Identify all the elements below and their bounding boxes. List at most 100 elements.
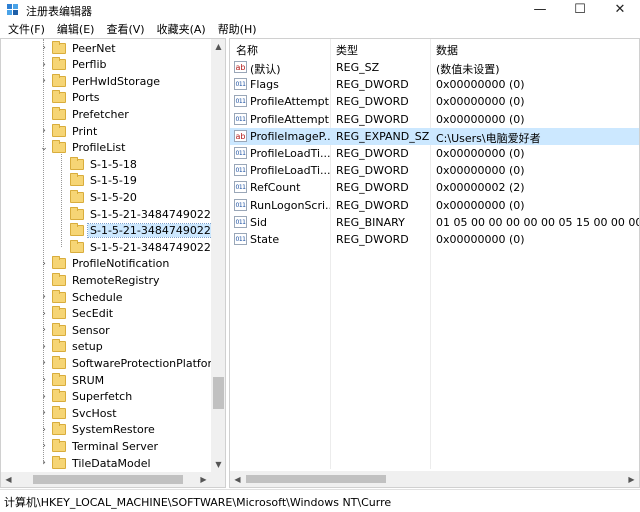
expand-chevron-icon[interactable]: › bbox=[39, 422, 49, 438]
tree-item[interactable]: S-1-5-21-3484749022-345 bbox=[57, 206, 225, 222]
tree-item[interactable]: › ProfileNotification bbox=[39, 256, 171, 272]
column-header-name[interactable]: 名称 bbox=[236, 42, 258, 58]
tree-item[interactable]: › Print bbox=[39, 123, 99, 139]
tree-item[interactable]: S-1-5-21-3484749022-345 bbox=[57, 223, 225, 239]
folder-icon bbox=[70, 189, 84, 203]
value-name: ProfileLoadTi... bbox=[250, 147, 330, 160]
tree-item[interactable]: › PerHwIdStorage bbox=[39, 73, 162, 89]
minimize-button[interactable]: — bbox=[520, 0, 560, 18]
scroll-up-arrow-icon[interactable]: ▲ bbox=[211, 39, 225, 54]
folder-icon bbox=[52, 123, 66, 137]
binary-value-icon: 011 bbox=[234, 198, 247, 211]
expand-chevron-icon[interactable]: › bbox=[39, 339, 49, 355]
scroll-left-arrow-icon[interactable]: ◀ bbox=[230, 471, 245, 487]
tree-item[interactable]: Prefetcher bbox=[39, 106, 131, 122]
expand-chevron-icon[interactable]: › bbox=[39, 455, 49, 471]
values-horizontal-scrollbar[interactable]: ◀ ▶ bbox=[230, 471, 639, 487]
value-row[interactable]: ab ProfileImageP... REG_EXPAND_SZ C:\Users\… bbox=[230, 127, 639, 145]
tree-item[interactable]: › SystemRestore bbox=[39, 422, 157, 438]
tree-item[interactable]: › SRUM bbox=[39, 372, 106, 388]
expand-chevron-icon[interactable]: › bbox=[39, 355, 49, 371]
collapse-chevron-icon[interactable]: ⌄ bbox=[39, 140, 49, 156]
close-button[interactable]: ✕ bbox=[600, 0, 640, 18]
binary-value-icon: 011 bbox=[234, 164, 247, 177]
scroll-down-arrow-icon[interactable]: ▼ bbox=[211, 457, 225, 472]
tree-item-label: setup bbox=[72, 340, 103, 354]
tree-item[interactable]: › Schedule bbox=[39, 289, 125, 305]
expand-chevron-icon[interactable]: › bbox=[39, 322, 49, 338]
expand-chevron-icon[interactable]: › bbox=[39, 57, 49, 73]
value-type: REG_DWORD bbox=[336, 147, 409, 160]
tree-item[interactable]: S-1-5-20 bbox=[57, 189, 139, 205]
tree-item[interactable]: ⌄ ProfileList bbox=[39, 140, 127, 156]
value-row[interactable]: ab (默认) REG_SZ (数值未设置) bbox=[230, 59, 639, 76]
tree-item-label: Perflib bbox=[72, 58, 107, 72]
registry-tree-pane[interactable]: › PeerNet › Perflib › PerHwIdStorage Ports Pref… bbox=[0, 38, 226, 488]
values-horizontal-scroll-thumb[interactable] bbox=[246, 475, 386, 483]
menu-view[interactable]: 查看(V) bbox=[102, 21, 148, 37]
registry-values-pane[interactable]: 名称 类型 数据 ab (默认) REG_SZ (数值未设置) 011 Flags REG_… bbox=[229, 38, 640, 488]
scroll-left-arrow-icon[interactable]: ◀ bbox=[1, 472, 16, 487]
tree-item-label: Sensor bbox=[72, 323, 110, 337]
tree-item[interactable]: › PeerNet bbox=[39, 40, 118, 56]
value-name: Sid bbox=[250, 215, 268, 229]
value-row[interactable]: 011 RunLogonScri... REG_DWORD 0x00000000 (0… bbox=[230, 197, 639, 214]
maximize-button[interactable]: ☐ bbox=[560, 0, 600, 18]
value-row[interactable]: 011ProfileAttempt... REG_DWORD 0x00000000 … bbox=[230, 111, 639, 128]
tree-item[interactable]: RemoteRegistry bbox=[39, 272, 161, 288]
value-row[interactable]: 011 Flags REG_DWORD 0x00000000 (0) bbox=[230, 76, 639, 93]
value-row[interactable]: 011 ProfileLoadTi... REG_DWORD 0x00000000 (… bbox=[230, 162, 639, 179]
tree-horizontal-scrollbar[interactable]: ◀ ▶ bbox=[1, 472, 211, 487]
expand-chevron-icon[interactable]: › bbox=[39, 372, 49, 388]
expand-chevron-icon[interactable]: › bbox=[39, 405, 49, 421]
folder-icon bbox=[52, 106, 66, 120]
scrollbar-corner bbox=[211, 472, 225, 487]
expand-chevron-icon[interactable]: › bbox=[39, 389, 49, 405]
expand-chevron-icon[interactable]: › bbox=[39, 306, 49, 322]
tree-item[interactable]: S-1-5-19 bbox=[57, 173, 139, 189]
tree-item[interactable]: › TileDataModel bbox=[39, 455, 153, 471]
column-header-type[interactable]: 类型 bbox=[336, 42, 358, 58]
value-type: REG_BINARY bbox=[336, 215, 405, 229]
tree-item[interactable]: S-1-5-18 bbox=[57, 156, 139, 172]
column-header-data[interactable]: 数据 bbox=[436, 42, 458, 58]
scroll-right-arrow-icon[interactable]: ▶ bbox=[624, 471, 639, 487]
tree-item-label: S-1-5-19 bbox=[90, 174, 137, 188]
expand-chevron-icon[interactable]: › bbox=[39, 289, 49, 305]
value-row[interactable]: 011 RefCount REG_DWORD 0x00000002 (2) bbox=[230, 179, 639, 196]
list-header: 名称 类型 数据 bbox=[230, 39, 639, 59]
value-row[interactable]: 011 State REG_DWORD 0x00000000 (0) bbox=[230, 231, 639, 248]
tree-vertical-scroll-thumb[interactable] bbox=[213, 377, 224, 409]
expand-chevron-icon[interactable]: › bbox=[39, 123, 49, 139]
tree-item[interactable]: › Terminal Server bbox=[39, 438, 160, 454]
tree-item[interactable]: S-1-5-21-3484749022-345 bbox=[57, 239, 225, 255]
tree-item[interactable]: › Superfetch bbox=[39, 389, 134, 405]
menu-favorites[interactable]: 收藏夹(A) bbox=[153, 21, 210, 37]
expand-chevron-icon bbox=[39, 90, 49, 106]
tree-item[interactable]: › SecEdit bbox=[39, 306, 115, 322]
tree-item-label: SRUM bbox=[72, 373, 105, 387]
tree-item[interactable]: › SoftwareProtectionPlatform bbox=[39, 355, 225, 371]
expand-chevron-icon[interactable]: › bbox=[39, 256, 49, 272]
tree-vertical-scrollbar[interactable]: ▲ ▼ bbox=[211, 39, 225, 472]
value-data: 0x00000000 (0) bbox=[436, 95, 525, 109]
expand-chevron-icon bbox=[57, 206, 67, 222]
value-row[interactable]: 011 Sid REG_BINARY 01 05 00 00 00 00 00 05 … bbox=[230, 214, 639, 231]
value-row[interactable]: 011 ProfileLoadTi... REG_DWORD 0x00000000 (… bbox=[230, 145, 639, 162]
expand-chevron-icon[interactable]: › bbox=[39, 438, 49, 454]
tree-item[interactable]: › Sensor bbox=[39, 322, 112, 338]
value-row[interactable]: 011ProfileAttempt... REG_DWORD 0x00000000 … bbox=[230, 93, 639, 110]
menu-file[interactable]: 文件(F) bbox=[4, 21, 49, 37]
binary-value-icon: 011 bbox=[234, 112, 247, 125]
menu-edit[interactable]: 编辑(E) bbox=[53, 21, 99, 37]
value-name: ProfileAttempt... bbox=[250, 95, 330, 109]
expand-chevron-icon[interactable]: › bbox=[39, 40, 49, 56]
menu-help[interactable]: 帮助(H) bbox=[214, 21, 261, 37]
tree-item[interactable]: › SvcHost bbox=[39, 405, 119, 421]
scroll-right-arrow-icon[interactable]: ▶ bbox=[196, 472, 211, 487]
tree-item[interactable]: › Perflib bbox=[39, 57, 109, 73]
expand-chevron-icon[interactable]: › bbox=[39, 73, 49, 89]
tree-horizontal-scroll-thumb[interactable] bbox=[33, 475, 183, 484]
tree-item[interactable]: › setup bbox=[39, 339, 105, 355]
tree-item[interactable]: Ports bbox=[39, 90, 102, 106]
